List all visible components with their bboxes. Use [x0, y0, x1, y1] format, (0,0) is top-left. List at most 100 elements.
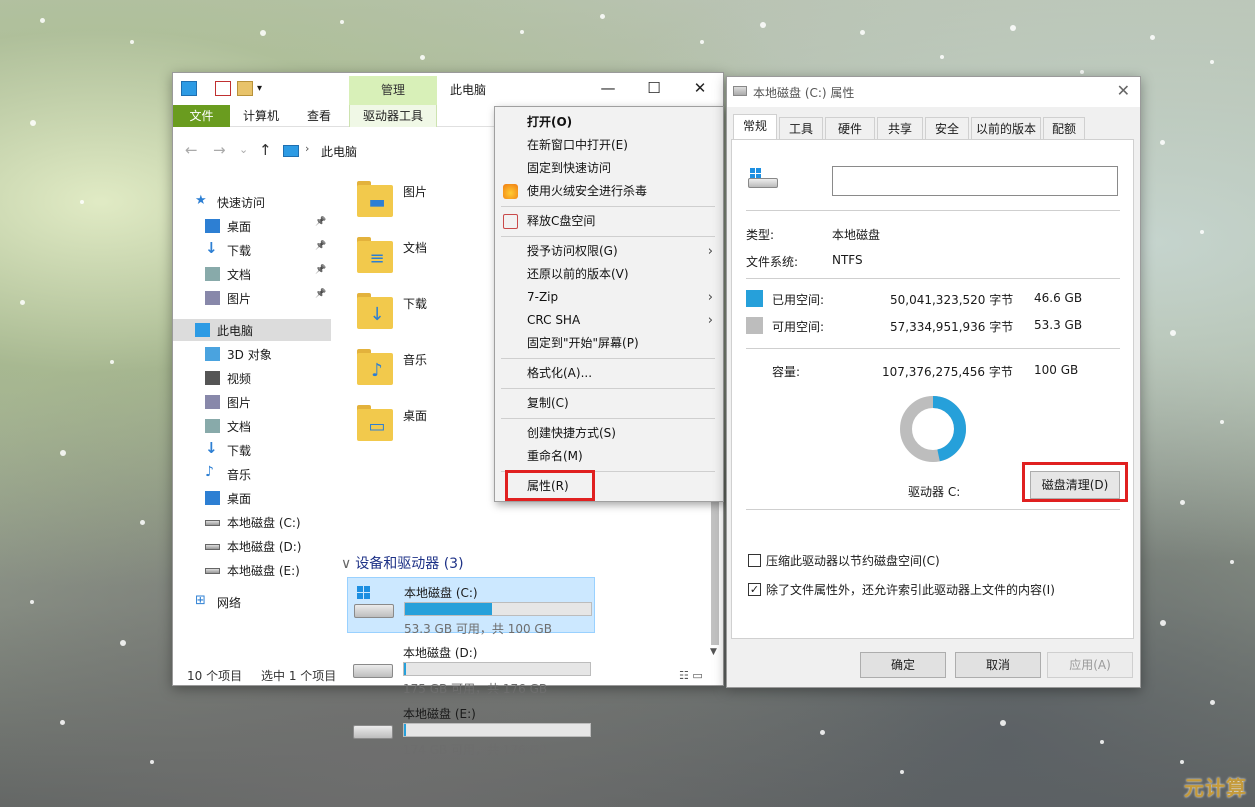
folder-overlay-icon: ≡ [369, 248, 385, 269]
documents-folder-icon[interactable]: ≡ [357, 235, 397, 275]
divider [746, 348, 1120, 349]
sidebar-item[interactable]: 图片 📌 [173, 287, 331, 309]
raindrop [900, 770, 904, 774]
menu-separator [501, 418, 715, 419]
breadcrumb[interactable]: 此电脑 [321, 143, 357, 160]
tab-5[interactable]: 以前的版本 [971, 117, 1041, 139]
sidebar-item[interactable]: 此电脑 [173, 319, 331, 341]
menu-item[interactable]: 在新窗口中打开(E) [495, 134, 723, 157]
sidebar-item[interactable]: 本地磁盘 (D:) [173, 535, 331, 557]
content-scrollbar[interactable]: ▼ [709, 493, 721, 661]
drive-name: 本地磁盘 (D:) [403, 646, 478, 660]
raindrop [420, 55, 425, 60]
menu-item[interactable]: 固定到快速访问 [495, 157, 723, 180]
drive-item[interactable]: 本地磁盘 (D:) 175 GB 可用，共 176 GB [347, 638, 595, 696]
tab-drive-tools[interactable]: 驱动器工具 [349, 105, 437, 127]
menu-item[interactable]: 7-Zip › [495, 286, 723, 309]
sidebar-item[interactable]: 本地磁盘 (E:) [173, 559, 331, 581]
tab-view[interactable]: 查看 [293, 105, 345, 127]
sidebar-item[interactable]: ♪ 音乐 [173, 463, 331, 485]
scroll-thumb[interactable] [711, 493, 719, 645]
sidebar-item[interactable]: 视频 [173, 367, 331, 389]
close-icon[interactable]: ✕ [1117, 81, 1130, 100]
devices-section-header[interactable]: ∨ 设备和驱动器 (3) [341, 553, 464, 573]
computer-icon [283, 145, 299, 157]
sidebar-item[interactable]: 桌面 [173, 487, 331, 509]
drive-item[interactable]: 本地磁盘 (E:) 174 GB 可用，共 176 GB [347, 699, 595, 757]
folder-label[interactable]: 下载 [403, 295, 427, 312]
sidebar-item[interactable]: ★ 快速访问 [173, 191, 331, 213]
menu-item[interactable]: 格式化(A)... [495, 362, 723, 385]
properties-title-bar[interactable]: 本地磁盘 (C:) 属性 ✕ [727, 77, 1140, 107]
menu-item-label: 固定到快速访问 [527, 161, 612, 175]
sidebar-item[interactable]: 桌面 📌 [173, 215, 331, 237]
compress-checkbox[interactable] [748, 554, 761, 567]
sidebar-item[interactable]: 图片 [173, 391, 331, 413]
sidebar-item-label: 桌面 [227, 492, 252, 506]
tab-1[interactable]: 工具 [779, 117, 823, 139]
up-arrow-icon[interactable]: ↑ [259, 141, 272, 159]
recent-locations-icon[interactable]: ⌄ [239, 143, 248, 156]
menu-item[interactable]: 固定到"开始"屏幕(P) [495, 332, 723, 355]
tab-6[interactable]: 配额 [1043, 117, 1085, 139]
sidebar-item[interactable]: ↓ 下载 [173, 439, 331, 461]
maximize-button[interactable]: ☐ [631, 73, 677, 103]
folder-label[interactable]: 文档 [403, 239, 427, 256]
drive-body [354, 604, 394, 618]
sidebar-item[interactable]: 3D 对象 [173, 343, 331, 365]
sidebar-item[interactable]: 文档 [173, 415, 331, 437]
drive-item[interactable]: 本地磁盘 (C:) 53.3 GB 可用，共 100 GB [347, 577, 595, 636]
pictures-folder-icon[interactable]: ▬ [357, 179, 397, 219]
menu-item[interactable]: 重命名(M) [495, 445, 723, 468]
explorer-title-bar[interactable]: ▾ 管理 此电脑 — ☐ ✕ [173, 73, 723, 105]
menu-item[interactable]: 创建快捷方式(S) [495, 422, 723, 445]
forward-arrow-icon[interactable]: → [213, 141, 226, 159]
document-icon [205, 267, 220, 281]
menu-item[interactable]: 还原以前的版本(V) [495, 263, 723, 286]
downloads-folder-icon[interactable]: ↓ [357, 291, 397, 331]
sidebar-item[interactable]: ↓ 下载 📌 [173, 239, 331, 261]
desktop-folder-icon[interactable]: ▭ [357, 403, 397, 443]
menu-item[interactable]: 复制(C) [495, 392, 723, 415]
drive-usage-bar [403, 662, 591, 676]
folder-label[interactable]: 音乐 [403, 351, 427, 368]
tab-computer[interactable]: 计算机 [233, 105, 289, 127]
raindrop [520, 30, 524, 34]
menu-item[interactable]: 使用火绒安全进行杀毒 [495, 180, 723, 203]
navigation-pane: ★ 快速访问 桌面 📌 ↓ 下载 📌 文档 📌 图片 📌 此电脑 3D 对象 视频 图片 文档 ↓ 下载 ♪ 音乐桌面… [173, 191, 331, 651]
menu-item[interactable]: CRC SHA › [495, 309, 723, 332]
tab-4[interactable]: 安全 [925, 117, 969, 139]
drive-name-input[interactable] [832, 166, 1118, 196]
menu-item[interactable]: 释放C盘空间 [495, 210, 723, 233]
sidebar-item[interactable]: ⊞ 网络 [173, 591, 331, 613]
minimize-button[interactable]: — [585, 73, 631, 103]
music-folder-icon[interactable]: ♪ [357, 347, 397, 387]
tab-3[interactable]: 共享 [877, 117, 923, 139]
index-checkbox[interactable]: ✓ [748, 583, 761, 596]
tab-2[interactable]: 硬件 [825, 117, 875, 139]
tab-file[interactable]: 文件 [173, 105, 230, 127]
folder-label[interactable]: 桌面 [403, 407, 427, 424]
customize-quick-access-icon[interactable]: ▾ [257, 81, 273, 96]
apply-button[interactable]: 应用(A) [1047, 652, 1133, 678]
folder-label[interactable]: 图片 [403, 183, 427, 200]
used-space-size: 46.6 GB [1034, 291, 1083, 305]
breadcrumb-chevron-icon[interactable]: › [305, 142, 309, 155]
ok-button[interactable]: 确定 [860, 652, 946, 678]
manage-context-tab[interactable]: 管理 [349, 76, 437, 105]
back-arrow-icon[interactable]: ← [185, 141, 198, 159]
menu-item[interactable]: 打开(O) [495, 111, 723, 134]
close-button[interactable]: ✕ [677, 73, 723, 103]
filesystem-value: NTFS [832, 253, 863, 267]
scroll-down-icon[interactable]: ▼ [710, 647, 717, 657]
view-mode-icon[interactable]: ☷ ▭ [679, 669, 703, 682]
properties-icon[interactable] [215, 81, 231, 96]
new-folder-icon[interactable] [237, 81, 253, 96]
sidebar-item[interactable]: 文档 📌 [173, 263, 331, 285]
raindrop [110, 360, 114, 364]
tab-0[interactable]: 常规 [733, 114, 777, 140]
sidebar-item[interactable]: 本地磁盘 (C:) [173, 511, 331, 533]
cancel-button[interactable]: 取消 [955, 652, 1041, 678]
menu-item[interactable]: 授予访问权限(G) › [495, 240, 723, 263]
raindrop [1220, 420, 1224, 424]
